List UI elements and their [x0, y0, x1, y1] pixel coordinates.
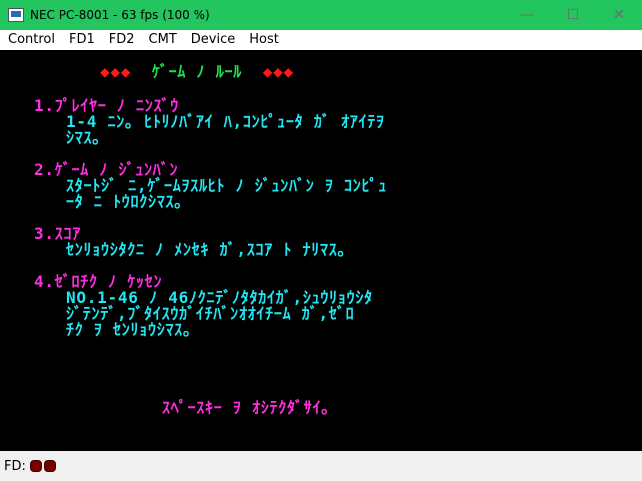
fd1-access-led — [29, 460, 42, 472]
window-title: NEC PC-8001 - 63 fps (100 %) — [30, 8, 210, 22]
menu-fd1[interactable]: FD1 — [61, 30, 101, 50]
section-3-line-1: ｾﾝﾘｮｳｼﾀｸﾆ ﾉ ﾒﾝｾｷ ｶﾞ,ｽｺｱ ﾄ ﾅﾘﾏｽ｡ — [66, 240, 347, 259]
section-1-line-1: 1-4 ﾆﾝ｡ ﾋﾄﾘﾉﾊﾞｱｲ ﾊ,ｺﾝﾋﾟｭｰﾀ ｶﾞ ｵｱｲﾃｦ — [66, 112, 385, 131]
maximize-button[interactable]: ☐ — [550, 0, 596, 30]
maximize-icon: ☐ — [566, 7, 580, 23]
section-4-line-3: ﾁｸ ｦ ｾﾝﾘｮｳｼﾏｽ｡ — [66, 320, 192, 339]
menu-fd2[interactable]: FD2 — [101, 30, 141, 50]
window-controls: — ☐ ✕ — [504, 0, 642, 30]
menu-bar: Control FD1 FD2 CMT Device Host — [0, 30, 642, 50]
section-1-line-2: ｼﾏｽ｡ — [66, 128, 102, 147]
minimize-icon: — — [520, 7, 534, 23]
rules-heading: ◆◆◆ ｹﾞｰﾑ ﾉ ﾙｰﾙ ◆◆◆ — [100, 64, 294, 80]
menu-cmt[interactable]: CMT — [141, 30, 183, 50]
fd-status-label: FD: — [4, 458, 26, 474]
title-bar[interactable]: NEC PC-8001 - 63 fps (100 %) — ☐ ✕ — [0, 0, 642, 30]
minimize-button[interactable]: — — [504, 0, 550, 30]
close-button[interactable]: ✕ — [596, 0, 642, 30]
menu-host[interactable]: Host — [241, 30, 285, 50]
section-2-line-2: ｰﾀ ﾆ ﾄｳﾛｸｼﾏｽ｡ — [66, 192, 184, 211]
menu-device[interactable]: Device — [183, 30, 241, 50]
app-icon — [8, 8, 24, 22]
heading-diamonds-right: ◆◆◆ — [262, 62, 294, 81]
menu-control[interactable]: Control — [0, 30, 61, 50]
press-space-prompt: ｽﾍﾟｰｽｷｰ ｦ ｵｼﾃｸﾀﾞｻｲ｡ — [162, 398, 331, 417]
fd2-access-led — [43, 460, 56, 472]
close-icon: ✕ — [613, 7, 625, 23]
emulator-screen[interactable]: ◆◆◆ ｹﾞｰﾑ ﾉ ﾙｰﾙ ◆◆◆ 1.ﾌﾟﾚｲﾔｰ ﾉ ﾆﾝｽﾞｳ 1-4 … — [0, 50, 642, 451]
heading-diamonds-left: ◆◆◆ — [100, 62, 132, 81]
status-bar: FD: — [0, 451, 642, 481]
heading-title: ｹﾞｰﾑ ﾉ ﾙｰﾙ — [151, 62, 242, 81]
